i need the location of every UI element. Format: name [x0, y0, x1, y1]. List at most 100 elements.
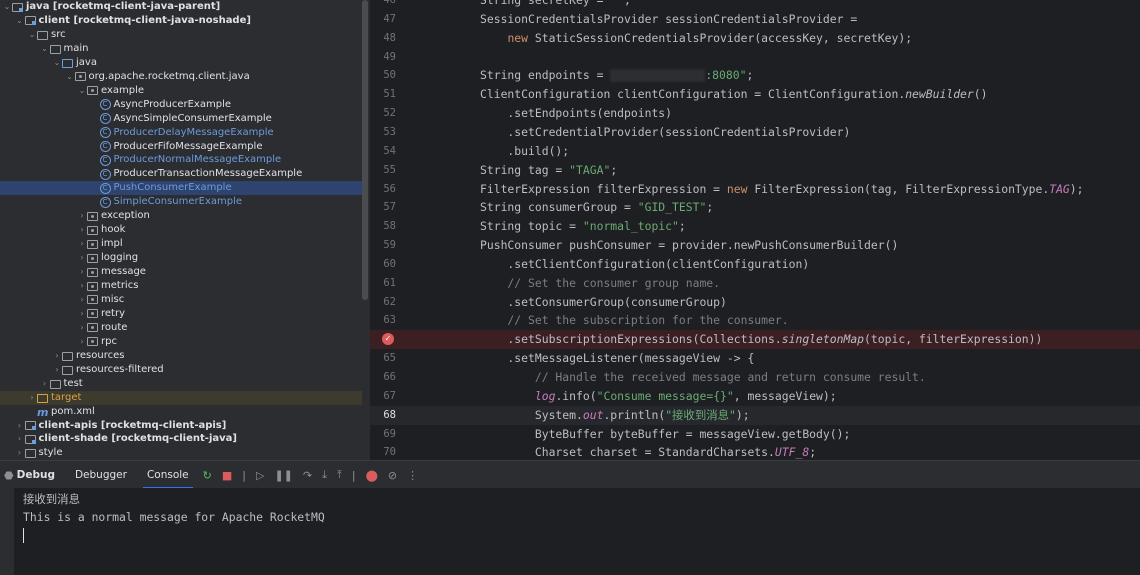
- chevron-right-icon[interactable]: ›: [77, 209, 87, 223]
- tree-item[interactable]: › logging: [0, 251, 362, 265]
- code-line[interactable]: 56 FilterExpression filterExpression = ne…: [370, 180, 1140, 199]
- code-line[interactable]: 50 String endpoints = :8080";: [370, 66, 1140, 85]
- chevron-right-icon[interactable]: ›: [77, 293, 87, 307]
- code-line[interactable]: 58 String topic = "normal_topic";: [370, 217, 1140, 236]
- code-line[interactable]: 67 log.info("Consume message={}", messag…: [370, 387, 1140, 406]
- chevron-right-icon[interactable]: ›: [15, 419, 25, 433]
- chevron-right-icon[interactable]: ›: [40, 377, 50, 391]
- chevron-right-icon[interactable]: ›: [77, 223, 87, 237]
- tree-item[interactable]: › metrics: [0, 279, 362, 293]
- tree-item[interactable]: ⌄ java [rocketmq-client-java-parent]: [0, 0, 362, 14]
- tab-debugger[interactable]: Debugger: [75, 461, 127, 489]
- chevron-right-icon[interactable]: ›: [27, 391, 37, 405]
- code-line[interactable]: 54 .build();: [370, 142, 1140, 161]
- breakpoint-icon[interactable]: ✓: [382, 333, 394, 345]
- tree-item[interactable]: C ProducerDelayMessageExample: [0, 126, 362, 140]
- tree-item[interactable]: ⌄ client [rocketmq-client-java-noshade]: [0, 14, 362, 28]
- chevron-down-icon[interactable]: ⌄: [52, 56, 62, 70]
- tree-item[interactable]: › message: [0, 265, 362, 279]
- code-line[interactable]: 70 Charset charset = StandardCharsets.UT…: [370, 443, 1140, 460]
- code-line[interactable]: 63 // Set the subscription for the consu…: [370, 311, 1140, 330]
- chevron-right-icon[interactable]: ›: [77, 237, 87, 251]
- chevron-right-icon[interactable]: ›: [77, 321, 87, 335]
- chevron-right-icon[interactable]: ›: [15, 446, 25, 460]
- chevron-down-icon[interactable]: ⌄: [40, 42, 50, 56]
- console-output[interactable]: 接收到消息 This is a normal message for Apach…: [0, 488, 1140, 575]
- code-line[interactable]: 62 .setConsumerGroup(consumerGroup): [370, 293, 1140, 312]
- scrollbar[interactable]: [362, 0, 368, 300]
- code-line[interactable]: 65 .setMessageListener(messageView -> {: [370, 349, 1140, 368]
- tree-item[interactable]: C AsyncSimpleConsumerExample: [0, 112, 362, 126]
- tree-item[interactable]: C PushConsumerExample: [0, 181, 362, 196]
- project-tree-panel[interactable]: ⌄ java [rocketmq-client-java-parent] ⌄ clie…: [0, 0, 370, 460]
- tree-item[interactable]: › hook: [0, 223, 362, 237]
- chevron-down-icon[interactable]: ⌄: [27, 28, 37, 42]
- code-line[interactable]: 61 // Set the consumer group name.: [370, 274, 1140, 293]
- tree-item[interactable]: › style: [0, 446, 362, 460]
- stop-icon[interactable]: ■: [222, 469, 232, 482]
- chevron-right-icon[interactable]: ›: [77, 279, 87, 293]
- rerun-icon[interactable]: ↻: [203, 469, 212, 482]
- chevron-right-icon[interactable]: ›: [77, 307, 87, 321]
- tree-item[interactable]: › impl: [0, 237, 362, 251]
- code-line[interactable]: 49: [370, 48, 1140, 67]
- chevron-right-icon[interactable]: ›: [52, 363, 62, 377]
- tree-item[interactable]: › target: [0, 390, 362, 405]
- chevron-down-icon[interactable]: ⌄: [77, 84, 87, 98]
- chevron-right-icon[interactable]: ›: [15, 432, 25, 446]
- tree-item[interactable]: C ProducerTransactionMessageExample: [0, 167, 362, 181]
- tree-item[interactable]: › resources-filtered: [0, 363, 362, 377]
- code-line[interactable]: 51 ClientConfiguration clientConfiguratio…: [370, 85, 1140, 104]
- tree-item[interactable]: ⌄ org.apache.rocketmq.client.java: [0, 70, 362, 84]
- tree-item[interactable]: › rpc: [0, 335, 362, 349]
- chevron-down-icon[interactable]: ⌄: [65, 70, 75, 84]
- view-breakpoints-icon[interactable]: ⬤: [366, 469, 378, 482]
- tree-item[interactable]: › test: [0, 377, 362, 391]
- step-into-icon[interactable]: ⤓: [322, 468, 327, 482]
- code-line[interactable]: 48 new StaticSessionCredentialsProvider(…: [370, 29, 1140, 48]
- chevron-right-icon[interactable]: ›: [77, 251, 87, 265]
- chevron-right-icon[interactable]: ›: [77, 335, 87, 349]
- tree-item[interactable]: m pom.xml: [0, 405, 362, 419]
- resume-icon[interactable]: ▷: [256, 469, 264, 482]
- code-editor[interactable]: 46 String secretKey = ""; 47 SessionCredent…: [370, 0, 1140, 460]
- chevron-down-icon[interactable]: ⌄: [2, 0, 12, 14]
- chevron-right-icon[interactable]: ›: [77, 265, 87, 279]
- tree-item[interactable]: C AsyncProducerExample: [0, 98, 362, 112]
- step-out-icon[interactable]: ⤒: [337, 468, 342, 482]
- tree-item[interactable]: › exception: [0, 209, 362, 223]
- tree-item[interactable]: › route: [0, 321, 362, 335]
- code-line[interactable]: 60 .setClientConfiguration(clientConfigu…: [370, 255, 1140, 274]
- more-options-icon[interactable]: ⋮: [407, 469, 418, 482]
- tree-item[interactable]: › resources: [0, 349, 362, 363]
- step-over-icon[interactable]: ↷: [303, 469, 312, 482]
- chevron-right-icon[interactable]: ›: [52, 349, 62, 363]
- tree-item[interactable]: C ProducerNormalMessageExample: [0, 153, 362, 167]
- tab-console[interactable]: Console: [142, 461, 193, 489]
- tree-item[interactable]: › client-apis [rocketmq-client-apis]: [0, 419, 362, 433]
- code-line[interactable]: 69 ByteBuffer byteBuffer = messageView.g…: [370, 425, 1140, 444]
- code-line[interactable]: .setSubscriptionExpressions(Collections.…: [370, 330, 1140, 350]
- code-line[interactable]: 57 String consumerGroup = "GID_TEST";: [370, 198, 1140, 217]
- code-line[interactable]: 52 .setEndpoints(endpoints): [370, 104, 1140, 123]
- tree-item[interactable]: ⌄ main: [0, 42, 362, 56]
- tree-item[interactable]: ⌄ src: [0, 28, 362, 42]
- pause-icon[interactable]: ❚❚: [274, 469, 292, 482]
- code-line[interactable]: 55 String tag = "TAGA";: [370, 161, 1140, 180]
- tree-item[interactable]: › retry: [0, 307, 362, 321]
- tree-item[interactable]: C SimpleConsumerExample: [0, 195, 362, 209]
- tree-item[interactable]: ⌄ java: [0, 56, 362, 70]
- code-line[interactable]: 59 PushConsumer pushConsumer = provider.n…: [370, 236, 1140, 255]
- code-line[interactable]: 66 // Handle the received message and re…: [370, 368, 1140, 387]
- code-line[interactable]: 47 SessionCredentialsProvider sessionCred…: [370, 10, 1140, 29]
- code-line[interactable]: 53 .setCredentialProvider(sessionCredent…: [370, 123, 1140, 142]
- code-line[interactable]: 46 String secretKey = "";: [370, 0, 1140, 10]
- tree-item[interactable]: ⌄ example: [0, 84, 362, 98]
- module-icon: [12, 2, 23, 12]
- chevron-down-icon[interactable]: ⌄: [15, 14, 25, 28]
- mute-breakpoints-icon[interactable]: ⊘: [388, 469, 397, 482]
- tree-item[interactable]: C ProducerFifoMessageExample: [0, 140, 362, 154]
- code-line[interactable]: 68 System.out.println("接收到消息");: [370, 405, 1140, 425]
- tree-item[interactable]: › misc: [0, 293, 362, 307]
- tree-item[interactable]: › client-shade [rocketmq-client-java]: [0, 432, 362, 446]
